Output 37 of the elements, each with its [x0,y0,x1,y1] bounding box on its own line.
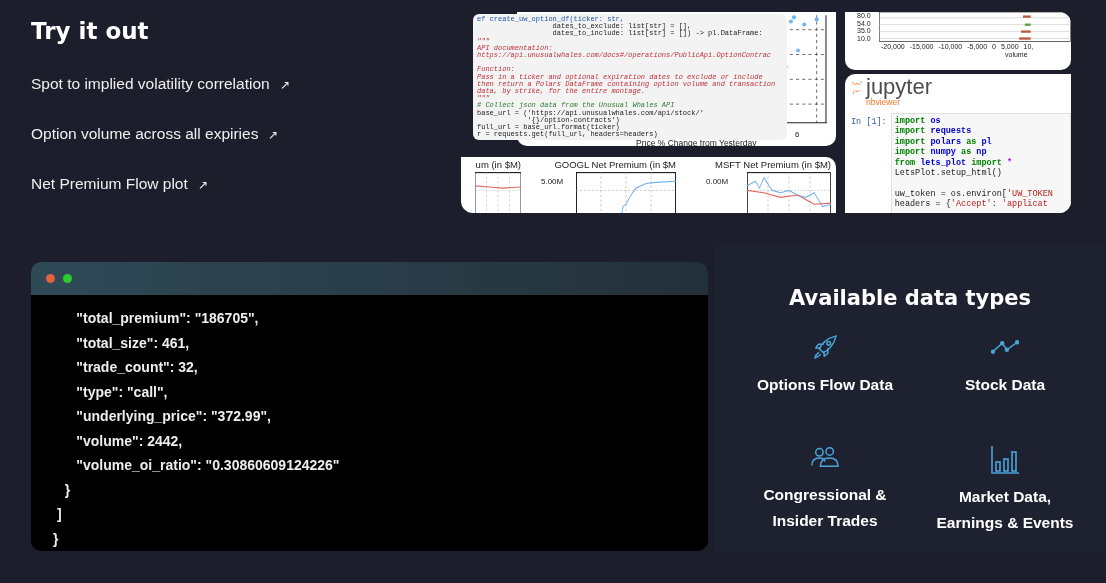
notebook-link[interactable]: Net Premium Flow plot ↗ [31,175,208,193]
json-line: } [53,529,59,549]
json-line: } [63,480,71,500]
json-line: ] [55,505,62,524]
cell-prompt: In [1]: [851,117,887,129]
line-chart [475,172,521,213]
bar-chart-icon [990,444,1020,476]
json-line: "volume_oi_ratio": "0.30860609124226" [75,456,340,475]
chart-title: MSFT Net Premium (in $M) [715,159,831,170]
section-title: Available data types [789,286,1031,310]
axis-tick: 6 [795,130,800,139]
chart-title: GOOGL Net Premium (in $M [554,159,676,170]
axis-tick: 5.00M [541,177,564,186]
code-cell: import os import requests import polars as pl import numpy as np from lets_plot import * LetsPlot.setup_html() uw_token = os.environ['UW_TOKEN headers = {'Accept': 'applicat [890,113,1071,213]
data-type-label: Options Flow Data [755,375,895,395]
section-title: Try it out [31,18,150,44]
axis-tick: 0.00M [706,177,729,186]
logo-icon [851,80,863,95]
json-line: "total_premium": "186705", [75,309,259,328]
notebook-link[interactable]: Option volume across all expiries ↗ [31,125,279,143]
json-line: "total_size": 461, [75,333,190,353]
close-dot-icon[interactable] [46,274,55,283]
logo-text: jupyter [866,76,933,97]
maximize-dot-icon[interactable] [63,274,72,283]
axis-label: Price % Change from Yesterday [636,138,757,148]
notebook-link[interactable]: Spot to implied volatility correlation ↗ [31,75,290,93]
json-line: "trade_count": 32, [75,358,198,377]
json-line: "volume": 2442, [75,431,183,451]
rocket-icon [811,334,839,360]
data-type-label: Stock Data [963,375,1047,395]
people-icon [811,444,839,470]
logo-subtitle: nbviewer [866,97,901,107]
json-line: "underlying_price": "372.99", [75,407,271,426]
chart-title: um (in $M) [475,159,521,170]
data-type-label: Market Data, Earnings & Events [935,487,1075,533]
data-type-label: Congressional & Insider Trades [762,485,888,531]
json-line: "type": "call", [75,382,168,402]
